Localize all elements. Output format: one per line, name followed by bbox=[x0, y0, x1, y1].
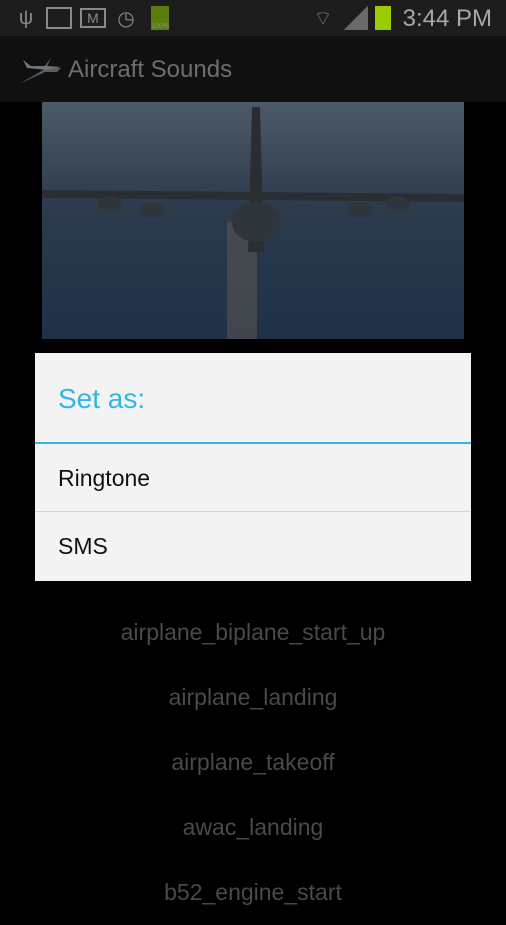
sms-option[interactable]: SMS bbox=[35, 512, 471, 580]
clock-icon: ◷ bbox=[117, 7, 135, 30]
clock-time: 3:44 PM bbox=[402, 5, 492, 32]
dialog-title: Set as: bbox=[35, 353, 471, 444]
airplane-icon[interactable] bbox=[17, 54, 63, 86]
signal-icon bbox=[344, 6, 368, 30]
ringtone-option[interactable]: Ringtone bbox=[35, 444, 471, 512]
list-item[interactable]: airplane_biplane_start_up bbox=[0, 600, 506, 665]
sound-list: airplane_biplane_start_up airplane_landi… bbox=[0, 600, 506, 925]
gallery-icon bbox=[46, 7, 72, 29]
aircraft-photo bbox=[42, 102, 464, 339]
battery-label: 100% bbox=[151, 23, 169, 30]
gmail-icon: M bbox=[80, 8, 106, 28]
usb-icon: ψ bbox=[18, 6, 34, 29]
set-as-dialog: Set as: Ringtone SMS bbox=[35, 353, 471, 581]
status-bar: ψ M ◷ 100% ⌔ 3:44 PM bbox=[0, 0, 506, 36]
wifi-icon: ⌔ bbox=[313, 7, 333, 30]
battery-icon bbox=[375, 6, 391, 30]
list-item[interactable]: b52_engine_start bbox=[0, 860, 506, 925]
list-item[interactable]: airplane_takeoff bbox=[0, 730, 506, 795]
list-item[interactable]: awac_landing bbox=[0, 795, 506, 860]
app-title: Aircraft Sounds bbox=[68, 56, 233, 83]
list-item[interactable]: airplane_landing bbox=[0, 665, 506, 730]
battery-icon: 100% bbox=[151, 6, 169, 30]
action-bar: Aircraft Sounds bbox=[0, 36, 506, 102]
